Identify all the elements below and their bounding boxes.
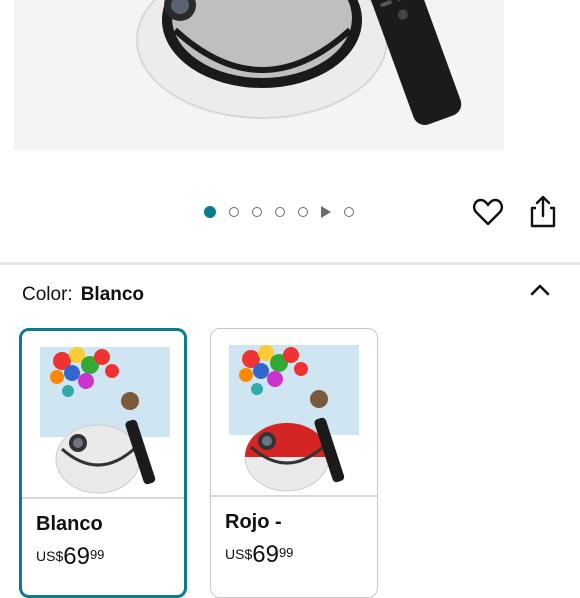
carousel-indicator bbox=[204, 206, 354, 218]
chevron-up-icon[interactable] bbox=[528, 280, 552, 300]
variation-option-card[interactable]: Rojo - US$ 69 99 bbox=[210, 328, 378, 598]
option-price: US$ 69 99 bbox=[36, 545, 104, 569]
price-fraction: 99 bbox=[89, 547, 105, 562]
carousel-dot[interactable] bbox=[344, 207, 354, 217]
option-thumbnail bbox=[22, 331, 184, 497]
variation-option-card[interactable]: Blanco US$ 69 99 bbox=[19, 328, 187, 598]
product-hero-image[interactable] bbox=[0, 0, 580, 160]
option-thumbnail bbox=[211, 329, 377, 495]
product-thumbnail-image bbox=[229, 345, 359, 492]
projector-illustration bbox=[136, 0, 462, 125]
carousel-dot[interactable] bbox=[229, 207, 239, 217]
share-icon[interactable] bbox=[528, 194, 558, 228]
option-name: Blanco bbox=[36, 513, 103, 535]
price-currency: US$ bbox=[225, 546, 253, 562]
variation-selected-value: Blanco bbox=[80, 284, 145, 305]
product-thumbnail-image bbox=[40, 347, 170, 494]
variation-header[interactable]: Color: Blanco bbox=[22, 284, 144, 306]
card-divider bbox=[22, 497, 184, 499]
variation-label: Color: bbox=[22, 284, 73, 305]
option-price: US$ 69 99 bbox=[225, 543, 293, 567]
section-divider bbox=[0, 262, 580, 265]
carousel-dot[interactable] bbox=[298, 207, 308, 217]
video-play-icon[interactable] bbox=[321, 206, 331, 218]
price-whole: 69 bbox=[63, 543, 90, 570]
price-whole: 69 bbox=[252, 541, 279, 568]
card-divider bbox=[211, 495, 377, 497]
carousel-dot[interactable] bbox=[275, 207, 285, 217]
price-fraction: 99 bbox=[278, 545, 294, 560]
carousel-dot[interactable] bbox=[252, 207, 262, 217]
option-name: Rojo - bbox=[225, 511, 282, 533]
price-currency: US$ bbox=[36, 548, 64, 564]
carousel-dot-active[interactable] bbox=[204, 206, 216, 218]
heart-icon[interactable] bbox=[472, 196, 504, 228]
